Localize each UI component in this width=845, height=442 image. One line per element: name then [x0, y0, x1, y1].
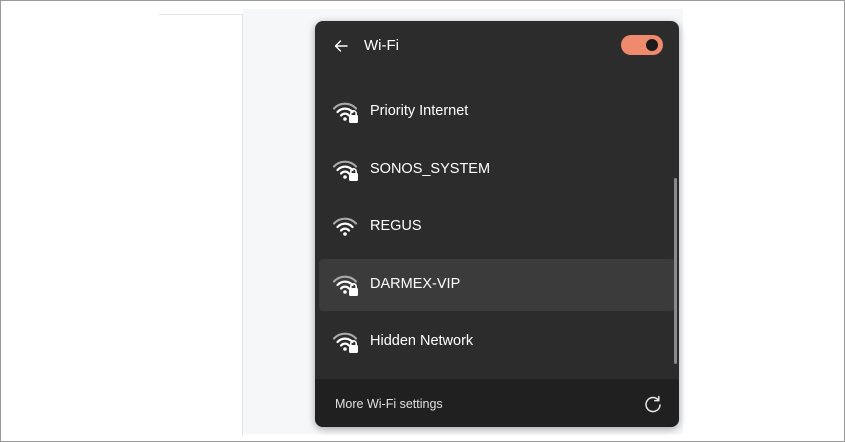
network-item[interactable]: REGUS — [319, 201, 675, 253]
scrollbar[interactable] — [674, 178, 677, 364]
refresh-icon — [645, 395, 661, 413]
toggle-knob — [646, 39, 658, 51]
wifi-secured-icon — [332, 275, 358, 296]
wifi-secured-icon — [332, 102, 358, 123]
network-name: Hidden Network — [370, 333, 474, 350]
flyout-footer: More Wi-Fi settings — [315, 379, 679, 427]
network-item[interactable]: Hidden Network — [319, 316, 675, 368]
network-name: SONOS_SYSTEM — [370, 160, 491, 177]
network-name: REGUS — [370, 218, 422, 235]
background-panel-left — [159, 14, 243, 435]
wifi-secured-icon — [332, 160, 358, 181]
more-wifi-settings-link[interactable]: More Wi-Fi settings — [335, 397, 443, 411]
refresh-button[interactable] — [641, 392, 665, 416]
network-item[interactable]: DARMEX-VIP — [319, 258, 675, 311]
wifi-flyout: Wi-Fi Priority Internet SONOS_SYSTEM REGUS… — [315, 21, 679, 427]
wifi-icon — [332, 217, 358, 236]
screenshot-frame: Wi-Fi Priority Internet SONOS_SYSTEM REGUS… — [0, 0, 845, 442]
wifi-secured-icon — [332, 332, 358, 354]
network-name: DARMEX-VIP — [370, 275, 461, 292]
flyout-title: Wi-Fi — [364, 37, 399, 54]
network-list: Priority Internet SONOS_SYSTEM REGUS DARMEX… — [315, 86, 675, 374]
arrow-left-icon — [334, 40, 348, 52]
network-name: Priority Internet — [370, 103, 469, 119]
network-item[interactable]: Priority Internet — [319, 86, 675, 138]
back-button[interactable] — [329, 34, 353, 58]
network-item[interactable]: SONOS_SYSTEM — [319, 144, 675, 196]
wifi-toggle[interactable] — [621, 35, 663, 55]
flyout-header: Wi-Fi — [315, 21, 679, 71]
